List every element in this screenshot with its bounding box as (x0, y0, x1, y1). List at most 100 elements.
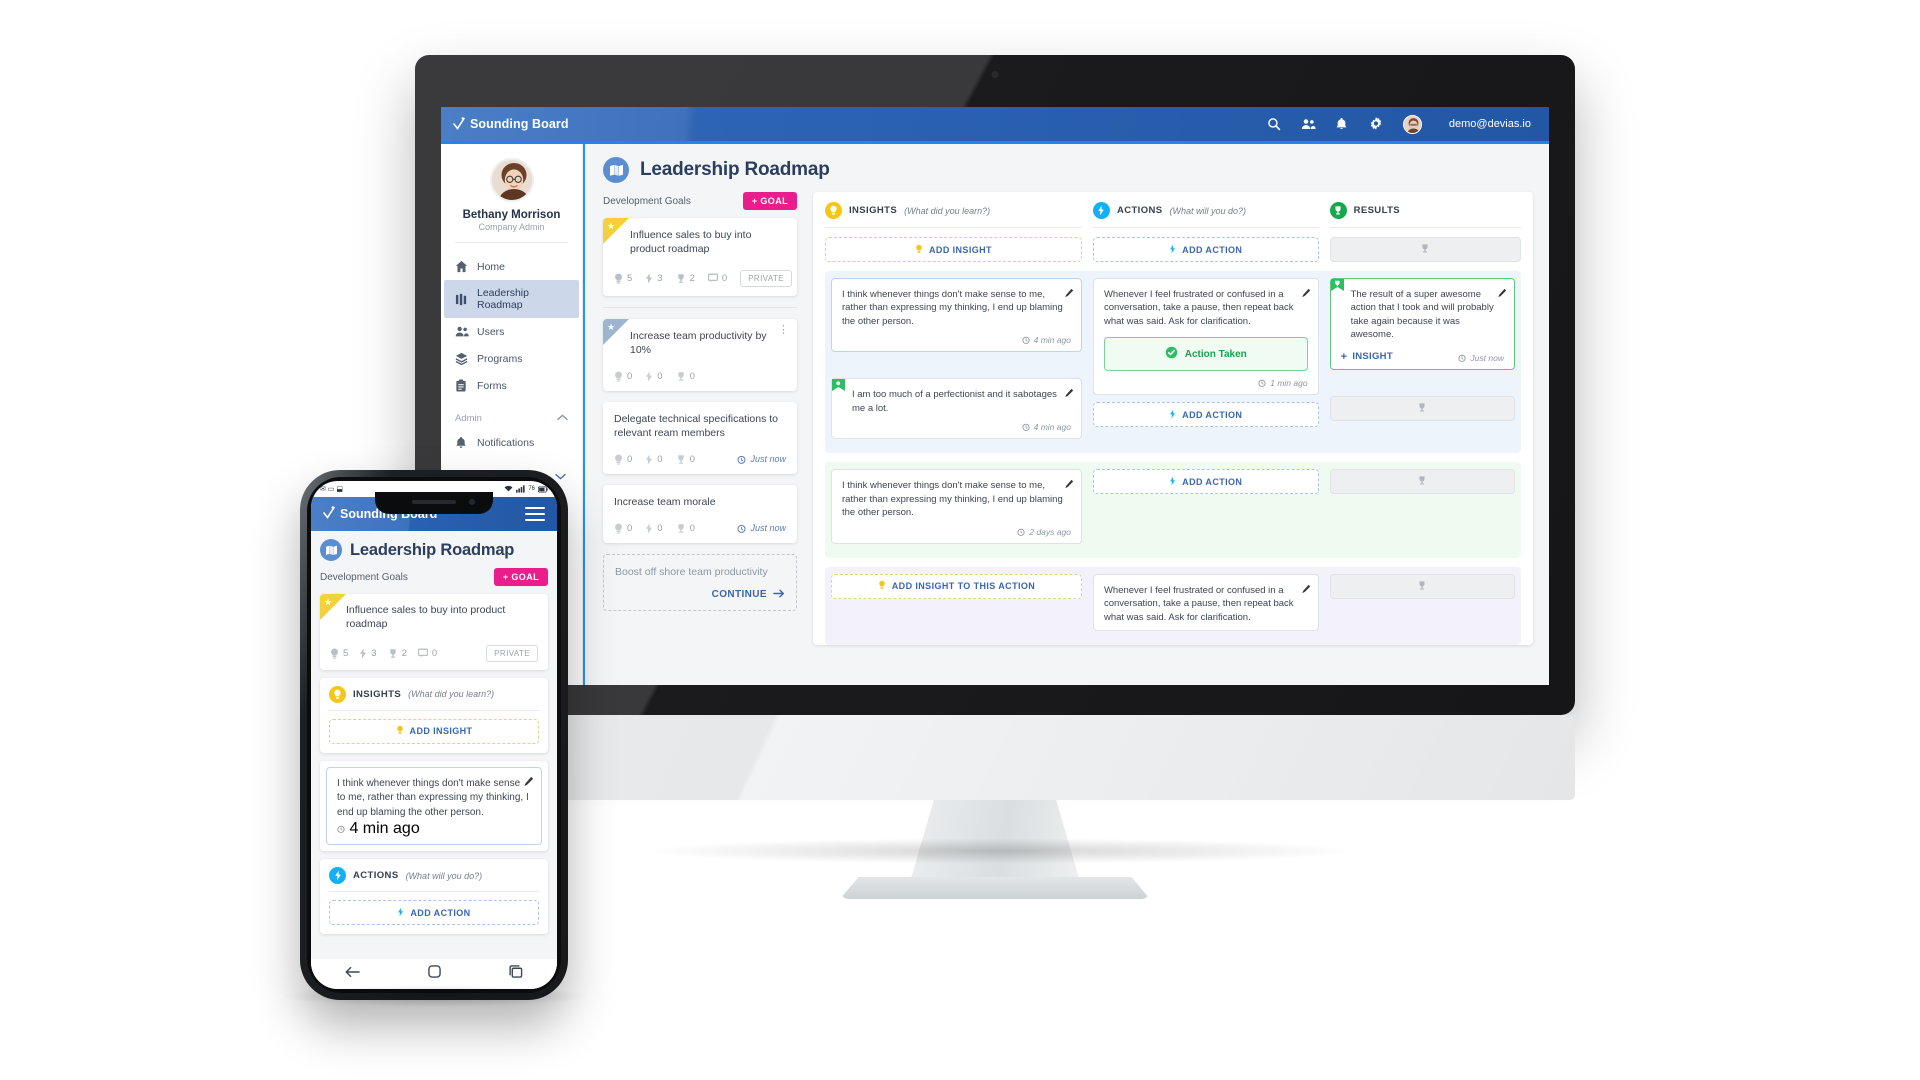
sidebar-profile-name: Bethany Morrison (462, 209, 561, 221)
column-title: INSIGHTS (849, 205, 898, 216)
edit-pencil-icon[interactable] (523, 774, 534, 792)
phone-add-goal-button[interactable]: + GOAL (493, 568, 548, 586)
kebab-icon[interactable]: ⋮ (778, 324, 789, 335)
phone-add-action-button[interactable]: ADD ACTION (329, 900, 539, 926)
chevron-up-icon[interactable] (557, 413, 568, 424)
edit-pencil-icon[interactable] (1301, 581, 1311, 599)
insight-text: I am too much of a perfectionist and it … (852, 389, 1057, 414)
add-goal-button[interactable]: + GOAL (742, 192, 797, 210)
action-note[interactable]: Whenever I feel frustrated or confused i… (1092, 573, 1319, 632)
monitor-camera (991, 71, 999, 78)
star-icon: ★ (324, 597, 333, 607)
search-icon[interactable] (1267, 117, 1281, 131)
goal-result-count: 0 (676, 371, 695, 382)
phone-insight-timestamp: 4 min ago (337, 820, 531, 838)
phone-actions-header: ACTIONS (What will you do?) (329, 867, 539, 893)
add-action-label: ADD ACTION (1182, 409, 1243, 420)
hamburger-icon[interactable] (525, 503, 545, 524)
avatar[interactable] (1402, 114, 1422, 134)
goal-insight-count: 5 (614, 273, 632, 284)
continue-button[interactable]: CONTINUE (615, 589, 785, 601)
goal-action-count: 0 (645, 371, 663, 382)
edit-pencil-icon[interactable] (1497, 285, 1507, 303)
bolt-icon (1169, 476, 1176, 488)
goal-result-count: 0 (676, 454, 695, 465)
phone-add-insight-button[interactable]: ADD INSIGHT (329, 718, 539, 744)
goal-insight-count: 0 (614, 371, 632, 382)
green-flag-icon (832, 379, 845, 396)
edit-pencil-icon[interactable] (1301, 285, 1311, 303)
recents-icon[interactable] (509, 965, 523, 983)
roadmap-icon (455, 293, 468, 306)
trophy-icon (1417, 402, 1427, 415)
sidebar-item-home[interactable]: Home (441, 253, 582, 280)
actions-header: ACTIONS (What will you do?) (1092, 202, 1319, 228)
add-insight-link[interactable]: + INSIGHT (1341, 351, 1393, 363)
result-note[interactable]: The result of a super awesome action tha… (1329, 278, 1515, 370)
phone-goal-card[interactable]: ★ Influence sales to buy into product ro… (320, 594, 548, 670)
action-taken-badge[interactable]: Action Taken (1103, 337, 1308, 372)
add-action-label: ADD ACTION (1182, 244, 1243, 255)
edit-pencil-icon[interactable] (1064, 285, 1074, 303)
bell-icon[interactable] (1335, 117, 1349, 131)
insight-note[interactable]: I think whenever things don't make sense… (831, 469, 1082, 544)
clipboard-icon (455, 379, 468, 392)
add-result-button[interactable] (1329, 469, 1515, 495)
brand-logo[interactable]: Sounding Board (453, 117, 569, 131)
lightbulb-icon (825, 202, 842, 219)
edit-pencil-icon[interactable] (1064, 385, 1074, 403)
board-row: I think whenever things don't make sense… (825, 462, 1521, 558)
goal-card[interactable]: ★ ⋮ Increase team productivity by 10% 0 (603, 318, 797, 391)
add-insight-button[interactable]: ADD INSIGHT (825, 237, 1082, 262)
goal-draft-card[interactable]: Boost off shore team productivity CONTIN… (603, 553, 797, 611)
goal-card[interactable]: Increase team morale 0 0 0 Just now (603, 484, 797, 543)
monitor-shadow (640, 838, 1360, 864)
add-result-button[interactable] (1329, 395, 1515, 421)
sidebar-item-programs[interactable]: Programs (441, 345, 582, 372)
home-icon[interactable] (428, 965, 441, 983)
user-email[interactable]: demo@devias.io (1449, 118, 1531, 130)
sidebar-item-users[interactable]: Users (441, 318, 582, 345)
goal-insight-count: 0 (614, 523, 632, 534)
lightbulb-icon (329, 685, 346, 703)
action-note[interactable]: Whenever I feel frustrated or confused i… (1092, 278, 1319, 396)
edit-pencil-icon[interactable] (1064, 476, 1074, 494)
users-icon[interactable] (1301, 117, 1316, 131)
add-action-button[interactable]: ADD ACTION (1092, 469, 1319, 495)
row-insights: ADD INSIGHT TO THIS ACTION (825, 573, 1093, 638)
lightbulb-icon (915, 244, 923, 256)
sidebar-avatar[interactable] (489, 158, 534, 202)
goal-card[interactable]: ★ Influence sales to buy into product ro… (603, 218, 797, 296)
goal-insight-count: 5 (330, 648, 348, 659)
insight-note[interactable]: I think whenever things don't make sense… (831, 278, 1082, 353)
gear-icon[interactable] (1369, 117, 1383, 131)
desktop-monitor: Sounding Board demo@devias.io Bethany Mo… (415, 55, 1575, 899)
row-results (1329, 469, 1521, 550)
add-action-button[interactable]: ADD ACTION (1092, 402, 1319, 428)
sidebar-item-leadership-roadmap[interactable]: Leadership Roadmap (444, 280, 579, 318)
sidebar-item-label: Notifications (477, 436, 535, 449)
green-flag-trophy-icon (1330, 279, 1344, 296)
add-result-button[interactable] (1329, 573, 1515, 599)
sidebar-item-forms[interactable]: Forms (441, 372, 582, 399)
star-icon: ★ (607, 321, 616, 332)
mobile-phone: ✉ ▭ ⬓ 76 Sounding Board Leadership Roadm… (300, 470, 568, 1000)
action-timestamp: 1 min ago (1104, 378, 1308, 388)
trophy-icon (1417, 475, 1427, 488)
phone-insight-note[interactable]: I think whenever things don't make sense… (326, 766, 542, 846)
goal-comment-count: 0 (417, 648, 437, 659)
sidebar-item-notifications[interactable]: Notifications (441, 429, 582, 456)
insight-note[interactable]: I am too much of a perfectionist and it … (831, 378, 1082, 440)
add-action-button[interactable]: ADD ACTION (1092, 237, 1319, 262)
goal-card[interactable]: Delegate technical specifications to rel… (603, 401, 797, 474)
add-action-cell: ADD ACTION (1092, 237, 1330, 262)
add-action-label: ADD ACTION (1182, 476, 1243, 487)
back-icon[interactable] (345, 965, 360, 983)
sidebar-group-admin[interactable]: Admin (441, 399, 582, 429)
goal-action-count: 3 (359, 648, 377, 659)
goal-privacy-badge: PRIVATE (740, 269, 793, 287)
add-insight-to-action-button[interactable]: ADD INSIGHT TO THIS ACTION (831, 573, 1082, 599)
main-content: Leadership Roadmap Development Goals + G… (583, 144, 1549, 685)
add-result-button[interactable] (1329, 237, 1521, 262)
column-subtitle: (What will you do?) (1169, 205, 1247, 216)
